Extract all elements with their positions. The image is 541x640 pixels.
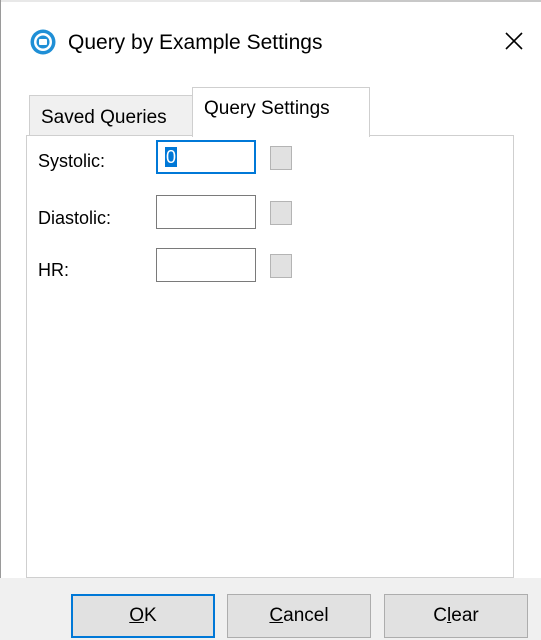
systolic-input-value: 0 <box>165 147 178 167</box>
systolic-checkbox[interactable] <box>270 146 292 170</box>
systolic-input[interactable]: 0 <box>156 140 256 174</box>
close-icon <box>505 32 523 50</box>
ok-label-rest: K <box>144 605 157 626</box>
tab-label: Saved Queries <box>41 107 167 128</box>
cancel-mnemonic: C <box>269 605 284 626</box>
ok-mnemonic: O <box>129 605 145 626</box>
window-title: Query by Example Settings <box>68 31 323 54</box>
tab-label: Query Settings <box>204 98 330 119</box>
diastolic-label: Diastolic: <box>38 208 112 228</box>
close-button[interactable] <box>489 16 539 66</box>
hr-label: HR: <box>38 260 69 280</box>
diastolic-checkbox[interactable] <box>270 201 292 225</box>
ok-button[interactable]: OK <box>71 594 215 638</box>
hr-input[interactable] <box>156 248 256 282</box>
clear-label-rest: ear <box>451 605 479 626</box>
systolic-label: Systolic: <box>38 151 106 171</box>
title-bar[interactable]: Query by Example Settings <box>1 2 541 84</box>
clear-button[interactable]: Clear <box>384 594 528 638</box>
hr-checkbox[interactable] <box>270 254 292 278</box>
cancel-button[interactable]: Cancel <box>227 594 371 638</box>
clear-label-first: C <box>433 605 448 626</box>
tab-query-settings[interactable]: Query Settings <box>192 87 370 137</box>
window-frame-left <box>0 0 1 640</box>
tab-saved-queries[interactable]: Saved Queries <box>29 95 193 135</box>
diastolic-input[interactable] <box>156 195 256 229</box>
cancel-label-rest: ancel <box>283 605 329 626</box>
app-icon <box>30 29 56 55</box>
